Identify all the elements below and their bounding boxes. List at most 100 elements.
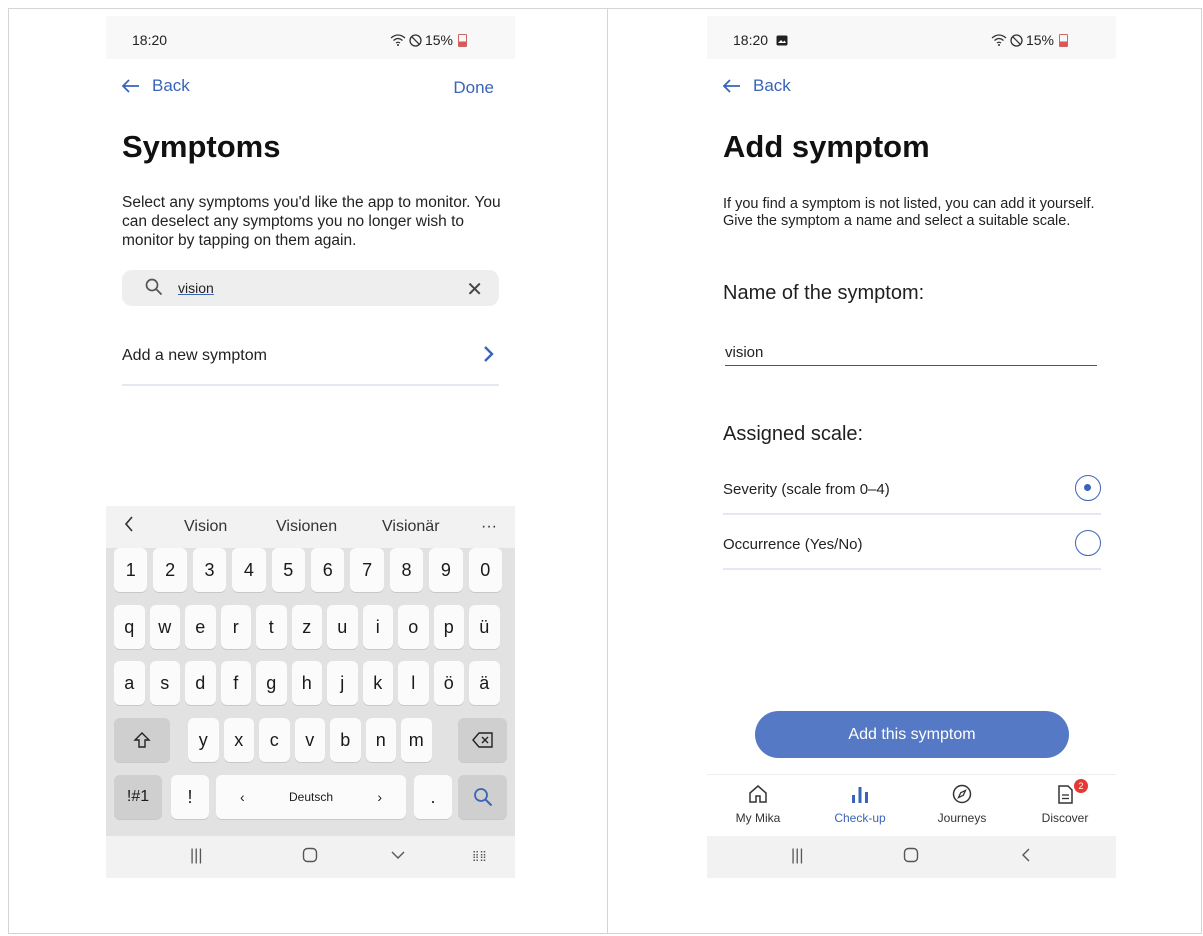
notification-badge: 2	[1074, 779, 1088, 793]
back-button[interactable]: Back	[723, 76, 791, 96]
search-key[interactable]	[458, 775, 507, 819]
row-divider	[723, 568, 1101, 570]
radio-selected-icon[interactable]	[1075, 475, 1101, 501]
period-key[interactable]: .	[414, 775, 452, 819]
home-icon[interactable]	[302, 847, 318, 868]
more-suggestions-icon[interactable]: ···	[481, 518, 497, 536]
system-nav-bar: ||| ⣿⣿	[106, 836, 515, 878]
key-a[interactable]: a	[114, 661, 145, 705]
keyboard-icon[interactable]: ⣿⣿	[472, 851, 487, 862]
key-8[interactable]: 8	[389, 548, 424, 592]
shift-key[interactable]	[114, 718, 170, 762]
space-left-arrow-icon: ‹	[240, 789, 245, 805]
key-0[interactable]: 0	[468, 548, 502, 592]
key-t[interactable]: t	[256, 605, 287, 649]
key-k[interactable]: k	[362, 661, 393, 705]
key-c[interactable]: c	[259, 718, 290, 762]
space-right-arrow-icon: ›	[377, 789, 382, 805]
key-s[interactable]: s	[149, 661, 180, 705]
status-time: 18:20	[132, 32, 168, 48]
key-7[interactable]: 7	[350, 548, 384, 592]
key-r[interactable]: r	[220, 605, 251, 649]
key-d[interactable]: d	[185, 661, 216, 705]
tab-discover[interactable]: 2 Discover	[1020, 779, 1110, 825]
suggestion-3[interactable]: Visionär	[382, 518, 440, 536]
back-nav-icon[interactable]	[1021, 847, 1031, 868]
add-new-symptom-row[interactable]: Add a new symptom	[122, 346, 499, 365]
key-x[interactable]: x	[223, 718, 254, 762]
status-bar: 18:20 15%	[707, 16, 1116, 59]
battery-icon	[1059, 33, 1068, 47]
key-m[interactable]: m	[401, 718, 432, 762]
add-symptom-button[interactable]: Add this symptom	[755, 711, 1069, 758]
key-4[interactable]: 4	[232, 548, 266, 592]
key-e[interactable]: e	[185, 605, 216, 649]
input-underline	[725, 365, 1097, 366]
bottom-tab-bar: My Mika Check-up Journeys 2 Discover	[707, 774, 1116, 837]
recent-apps-icon[interactable]: |||	[190, 847, 202, 865]
key-n[interactable]: n	[365, 718, 396, 762]
key-3[interactable]: 3	[192, 548, 227, 592]
tab-my-mika[interactable]: My Mika	[713, 781, 803, 825]
system-nav-bar: |||	[707, 836, 1116, 878]
add-symptom-screen: 18:20 15% Back Add symptom If you find a…	[707, 16, 1116, 878]
backspace-key[interactable]	[458, 718, 507, 762]
done-button[interactable]: Done	[453, 78, 494, 98]
page-title: Add symptom	[723, 129, 930, 164]
option-severity[interactable]: Severity (scale from 0–4)	[723, 475, 1101, 501]
option-severity-label: Severity (scale from 0–4)	[723, 481, 890, 498]
key-v[interactable]: v	[294, 718, 325, 762]
key-ö[interactable]: ö	[433, 661, 464, 705]
tab-check-up[interactable]: Check-up	[815, 781, 905, 825]
key-9[interactable]: 9	[429, 548, 463, 592]
key-o[interactable]: o	[398, 605, 429, 649]
chevron-left-icon[interactable]	[124, 515, 134, 538]
key-ä[interactable]: ä	[469, 661, 500, 705]
key-i[interactable]: i	[362, 605, 393, 649]
tab-journeys[interactable]: Journeys	[917, 781, 1007, 825]
suggestion-2[interactable]: Visionen	[276, 518, 337, 536]
backspace-icon	[471, 732, 493, 748]
back-label: Back	[753, 76, 791, 95]
key-b[interactable]: b	[330, 718, 361, 762]
recent-apps-icon[interactable]: |||	[791, 847, 803, 865]
radio-unselected-icon[interactable]	[1075, 530, 1101, 556]
key-z[interactable]: z	[291, 605, 322, 649]
option-occurrence[interactable]: Occurrence (Yes/No)	[723, 530, 1101, 556]
panel-divider	[607, 9, 608, 934]
key-1[interactable]: 1	[114, 548, 148, 592]
suggestion-1[interactable]: Vision	[184, 518, 227, 536]
page-description: If you find a symptom is not listed, you…	[723, 196, 1095, 229]
key-w[interactable]: w	[149, 605, 180, 649]
clear-icon[interactable]: ✕	[466, 277, 483, 302]
row-divider	[122, 384, 499, 386]
key-ü[interactable]: ü	[469, 605, 500, 649]
symptom-name-input[interactable]: vision	[725, 344, 1097, 361]
tab-label: My Mika	[735, 811, 781, 825]
key-j[interactable]: j	[327, 661, 358, 705]
symbols-key[interactable]: !#1	[114, 775, 162, 819]
key-5[interactable]: 5	[271, 548, 305, 592]
key-2[interactable]: 2	[153, 548, 187, 592]
space-key-label: Deutsch	[288, 790, 334, 804]
space-key[interactable]: ‹ Deutsch ›	[216, 775, 406, 819]
back-button[interactable]: Back	[122, 76, 190, 96]
key-p[interactable]: p	[433, 605, 464, 649]
home-icon[interactable]	[903, 847, 919, 868]
key-y[interactable]: y	[188, 718, 219, 762]
key-6[interactable]: 6	[311, 548, 345, 592]
bar-chart-icon	[852, 787, 868, 803]
exclamation-key[interactable]: !	[171, 775, 209, 819]
tab-label: Discover	[1041, 811, 1089, 825]
key-q[interactable]: q	[114, 605, 145, 649]
key-h[interactable]: h	[291, 661, 322, 705]
status-time-text: 18:20	[733, 32, 769, 48]
key-u[interactable]: u	[327, 605, 358, 649]
key-g[interactable]: g	[256, 661, 287, 705]
key-l[interactable]: l	[398, 661, 429, 705]
key-f[interactable]: f	[220, 661, 251, 705]
search-input[interactable]: vision ✕	[122, 270, 499, 306]
image-notification-icon	[776, 35, 788, 46]
name-label: Name of the symptom:	[723, 282, 925, 304]
hide-keyboard-icon[interactable]	[391, 847, 405, 865]
